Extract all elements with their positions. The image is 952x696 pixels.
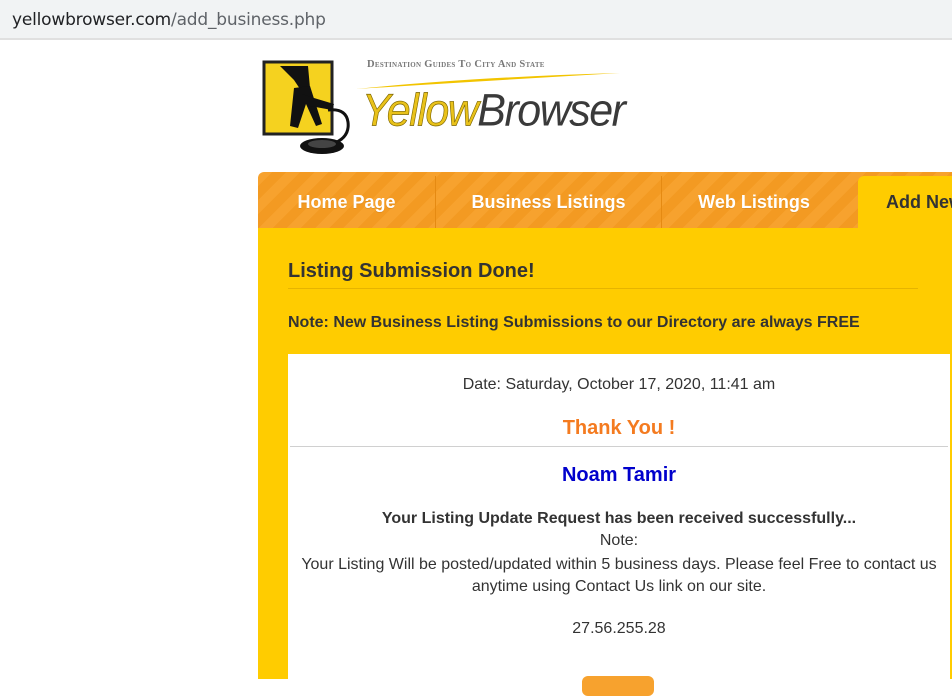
brand-yellow-text: Yellow xyxy=(362,85,479,137)
walking-fingers-icon xyxy=(262,60,350,154)
submission-date: Date: Saturday, October 17, 2020, 11:41 … xyxy=(462,376,776,393)
action-button[interactable] xyxy=(582,676,654,696)
site-logo[interactable]: Destination Guides To City And State Yel… xyxy=(262,55,632,165)
free-listing-note: Note: New Business Listing Submissions t… xyxy=(288,314,860,331)
heading-divider xyxy=(288,288,918,289)
nav-web-listings[interactable]: Web Listings xyxy=(662,172,846,228)
ip-address: 27.56.255.28 xyxy=(572,620,666,637)
page-title: Listing Submission Done! xyxy=(288,260,535,282)
address-bar[interactable]: yellowbrowser.com/add_business.php xyxy=(0,0,952,40)
content-panel: Listing Submission Done! Note: New Busin… xyxy=(258,228,952,696)
thank-you-heading: Thank You ! xyxy=(562,417,676,439)
confirmation-card: Date: Saturday, October 17, 2020, 11:41 … xyxy=(288,354,950,696)
received-message: Your Listing Update Request has been rec… xyxy=(381,510,857,527)
brand-dark-text: Browser xyxy=(477,85,626,137)
url-path: /add_business.php xyxy=(171,10,326,30)
url-text[interactable]: yellowbrowser.com/add_business.php xyxy=(12,10,326,30)
nav-business-listings[interactable]: Business Listings xyxy=(436,172,661,228)
card-divider xyxy=(290,446,948,447)
submitter-name: Noam Tamir xyxy=(561,464,677,486)
url-domain: yellowbrowser.com xyxy=(12,10,172,30)
main-nav: Home Page Business Listings Web Listings… xyxy=(258,172,952,228)
nav-add-new[interactable]: Add New xyxy=(858,176,952,228)
note-label: Note: xyxy=(599,532,639,549)
posting-info-text: Your Listing Will be posted/updated with… xyxy=(301,556,937,595)
logo-tagline: Destination Guides To City And State xyxy=(367,59,545,70)
nav-home-page[interactable]: Home Page xyxy=(258,172,435,228)
logo-wordmark: YellowBrowser xyxy=(362,85,626,137)
